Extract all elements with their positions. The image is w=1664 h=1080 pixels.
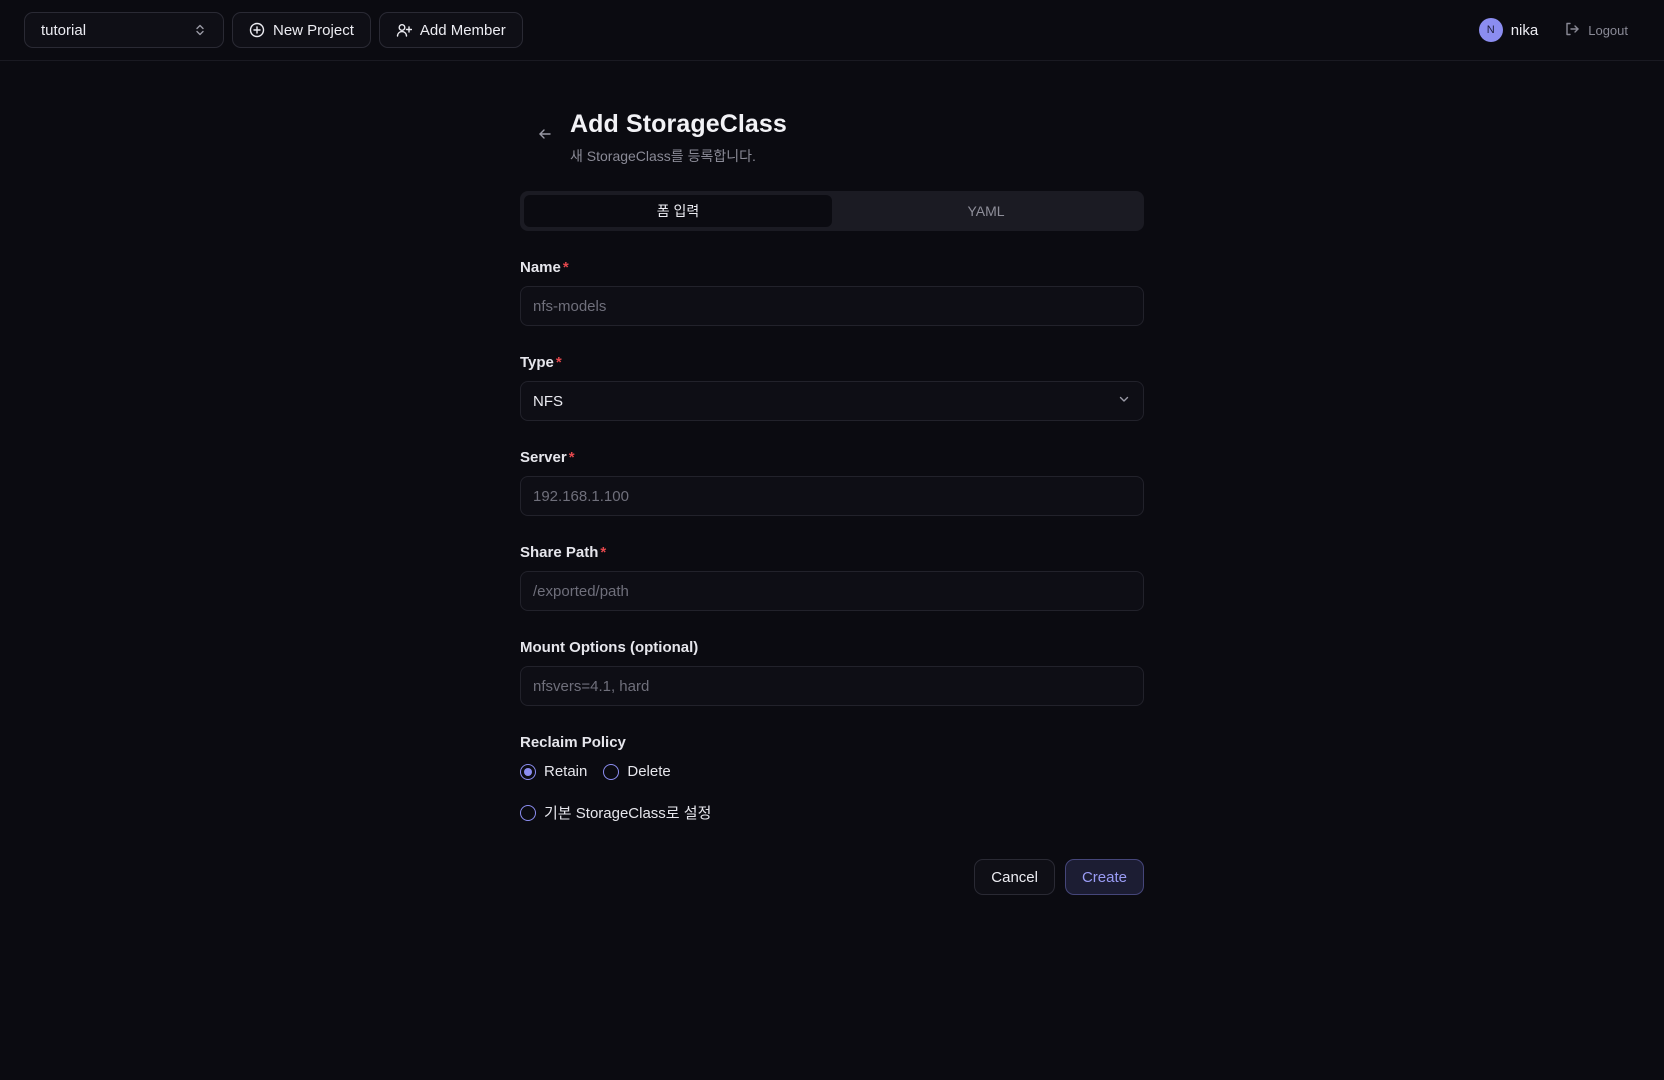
- tab-yaml[interactable]: YAML: [832, 195, 1140, 227]
- create-button[interactable]: Create: [1064, 859, 1144, 895]
- avatar: N: [1478, 18, 1503, 42]
- storageclass-form: Add StorageClass 새 StorageClass를 등록합니다. …: [520, 110, 1144, 895]
- share-path-input[interactable]: [520, 571, 1144, 611]
- required-marker: *: [562, 259, 569, 276]
- project-select-value: tutorial: [41, 21, 87, 39]
- reclaim-policy-options: Retain Delete: [520, 763, 1144, 780]
- required-marker: *: [555, 354, 562, 371]
- radio-delete[interactable]: Delete: [603, 763, 671, 780]
- arrow-left-icon: [537, 126, 553, 147]
- reclaim-policy-field: Reclaim Policy Retain Delete 기본 StorageC…: [520, 734, 1144, 823]
- form-actions: Cancel Create: [520, 859, 1144, 895]
- logout-label: Logout: [1588, 22, 1628, 38]
- share-path-field: Share Path *: [520, 544, 1144, 611]
- add-member-label: Add Member: [419, 21, 506, 39]
- reclaim-policy-label: Reclaim Policy: [520, 734, 626, 751]
- top-bar: tutorial New Project Add Member N nika L…: [0, 0, 1664, 61]
- user-plus-icon: [396, 22, 412, 38]
- required-marker: *: [568, 449, 575, 466]
- chevron-up-down-icon: [193, 23, 207, 37]
- default-storageclass-checkbox[interactable]: [520, 804, 536, 821]
- type-select-value: NFS: [533, 392, 563, 410]
- radio-retain-label: Retain: [544, 763, 588, 780]
- new-project-button[interactable]: New Project: [232, 12, 371, 48]
- mount-options-label: Mount Options (optional): [520, 639, 699, 656]
- username: nika: [1510, 21, 1539, 39]
- logout-icon: [1564, 21, 1580, 40]
- radio-retain[interactable]: Retain: [520, 763, 587, 780]
- server-label: Server *: [520, 449, 575, 466]
- name-label: Name *: [520, 259, 569, 276]
- add-member-button[interactable]: Add Member: [378, 12, 523, 48]
- name-input[interactable]: [520, 286, 1144, 326]
- type-select[interactable]: NFS: [520, 381, 1144, 421]
- share-path-label: Share Path *: [520, 544, 607, 561]
- name-field: Name *: [520, 259, 1144, 326]
- mount-options-input[interactable]: [520, 666, 1144, 706]
- server-field: Server *: [520, 449, 1144, 516]
- page-title: Add StorageClass: [570, 110, 787, 138]
- mode-tabs: 폼 입력 YAML: [520, 191, 1144, 231]
- user-area: N nika Logout: [1478, 18, 1640, 42]
- project-select[interactable]: tutorial: [24, 12, 224, 48]
- type-label: Type *: [520, 354, 562, 371]
- default-storageclass-option[interactable]: 기본 StorageClass로 설정: [520, 802, 1144, 823]
- server-input[interactable]: [520, 476, 1144, 516]
- page-subtitle: 새 StorageClass를 등록합니다.: [570, 148, 756, 164]
- required-marker: *: [600, 544, 607, 561]
- cancel-button[interactable]: Cancel: [974, 859, 1055, 895]
- type-field: Type * NFS: [520, 354, 1144, 421]
- radio-delete-label: Delete: [627, 763, 671, 780]
- new-project-label: New Project: [273, 21, 354, 39]
- page-header: Add StorageClass 새 StorageClass를 등록합니다.: [520, 110, 1144, 166]
- mount-options-field: Mount Options (optional): [520, 639, 1144, 706]
- default-storageclass-label: 기본 StorageClass로 설정: [544, 805, 712, 822]
- radio-retain-indicator[interactable]: [520, 763, 536, 780]
- logout-button[interactable]: Logout: [1564, 21, 1628, 40]
- radio-delete-indicator[interactable]: [603, 763, 620, 780]
- tab-form-input[interactable]: 폼 입력: [524, 195, 832, 227]
- chevron-down-icon: [1117, 392, 1131, 410]
- plus-circle-icon: [249, 22, 265, 38]
- back-button[interactable]: [533, 124, 557, 148]
